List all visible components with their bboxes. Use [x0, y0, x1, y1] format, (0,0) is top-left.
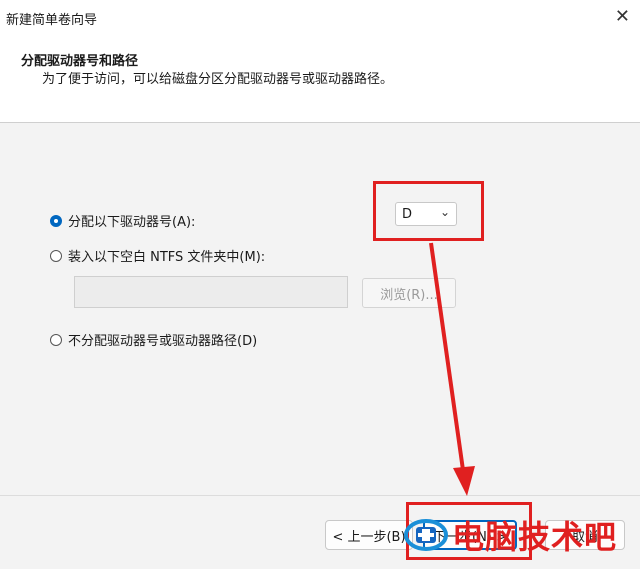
radio-button-selected[interactable] [50, 214, 62, 227]
browse-button[interactable]: 浏览(R)... [362, 278, 456, 308]
watermark-text: 电脑技术吧 [452, 518, 618, 556]
radio-no-assign[interactable]: 不分配驱动器号或驱动器路径(D) [50, 330, 257, 349]
wizard-body [0, 123, 640, 495]
radio-button[interactable] [50, 249, 62, 262]
back-button[interactable]: < 上一步(B) [325, 520, 413, 550]
radio-no-assign-label: 不分配驱动器号或驱动器路径(D) [68, 334, 258, 349]
watermark-logo-icon [404, 515, 448, 555]
close-icon[interactable]: ✕ [615, 6, 630, 27]
wizard-header: 分配驱动器号和路径 为了便于访问，可以给磁盘分区分配驱动器号或驱动器路径。 [0, 38, 640, 123]
radio-assign-letter-label: 分配以下驱动器号(A): [68, 215, 196, 230]
title-bar: 新建简单卷向导 ✕ [0, 0, 640, 38]
radio-mount-folder[interactable]: 装入以下空白 NTFS 文件夹中(M): [50, 246, 265, 265]
folder-path-input[interactable] [74, 276, 348, 308]
radio-button[interactable] [50, 333, 62, 346]
annotation-highlight-box [373, 181, 484, 241]
radio-assign-letter[interactable]: 分配以下驱动器号(A): [50, 211, 195, 230]
radio-mount-folder-label: 装入以下空白 NTFS 文件夹中(M): [68, 250, 266, 265]
page-title: 分配驱动器号和路径 [21, 54, 139, 69]
window-title: 新建简单卷向导 [6, 13, 98, 28]
page-subtitle: 为了便于访问，可以给磁盘分区分配驱动器号或驱动器路径。 [42, 72, 394, 87]
watermark: 电脑技术吧 [404, 512, 617, 558]
